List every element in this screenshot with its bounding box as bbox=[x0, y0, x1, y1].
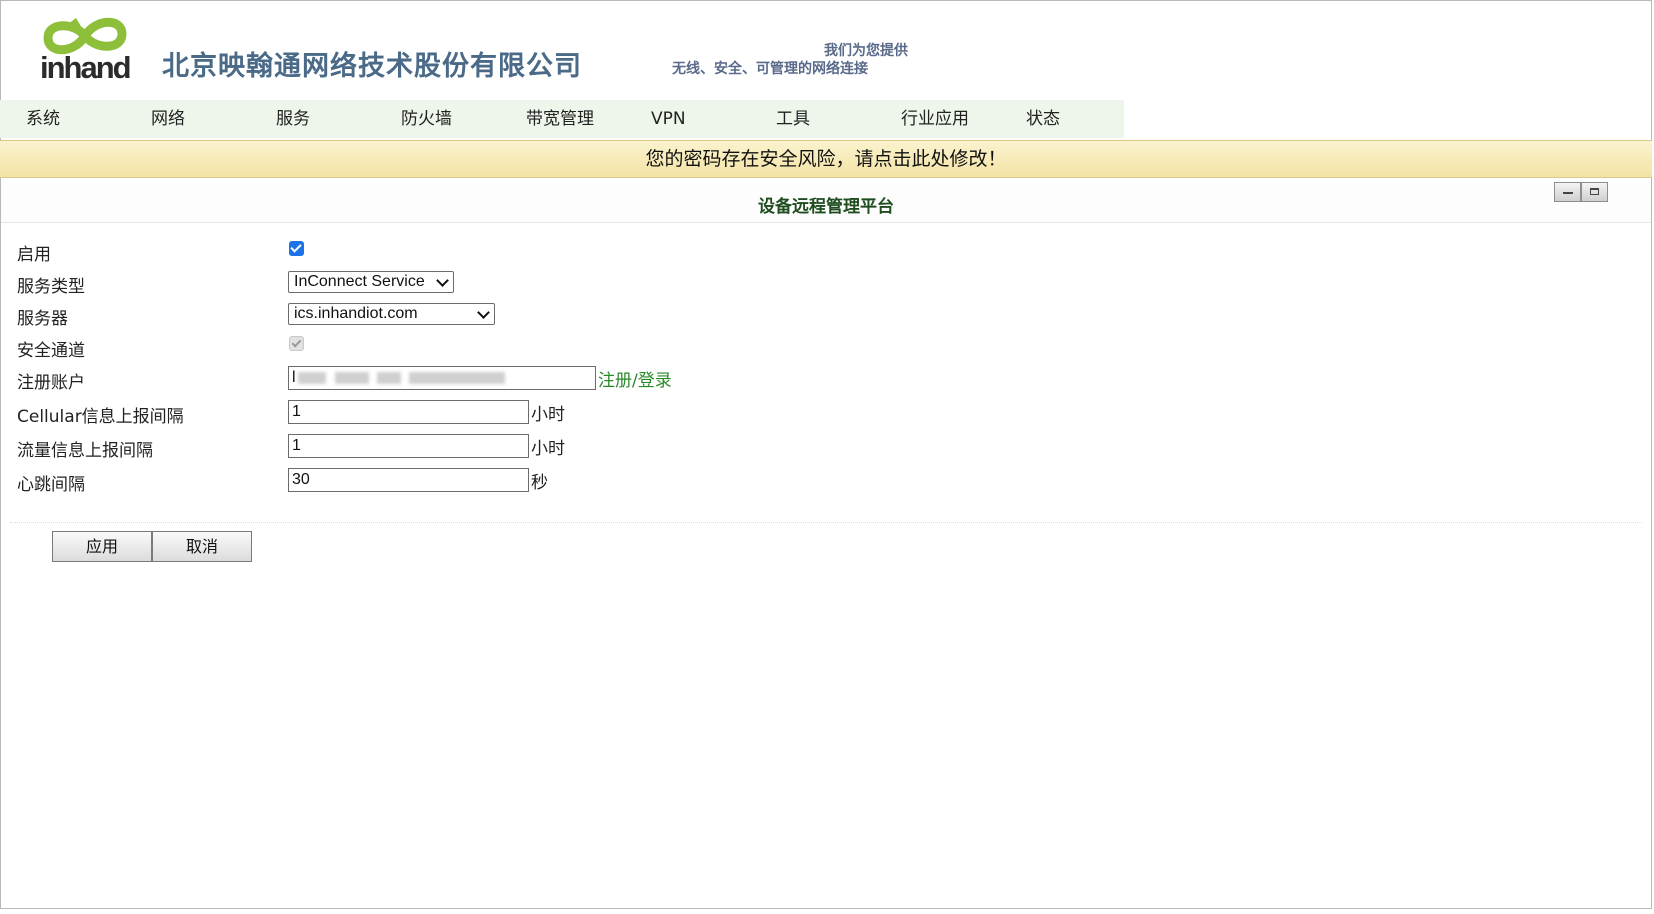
main-navbar: 系统 网络 服务 防火墙 带宽管理 VPN 工具 行业应用 状态 bbox=[0, 100, 1124, 138]
slogan-line1: 我们为您提供 bbox=[824, 43, 908, 59]
nav-item-system[interactable]: 系统 bbox=[26, 100, 60, 138]
server-value: ics.inhandiot.com bbox=[294, 305, 418, 322]
service-type-value: InConnect Service bbox=[294, 273, 425, 290]
register-login-link[interactable]: 注册/登录 bbox=[598, 366, 672, 391]
traffic-interval-input[interactable]: 1 bbox=[288, 434, 529, 458]
enable-label: 启用 bbox=[17, 245, 51, 265]
account-label: 注册账户 bbox=[17, 373, 85, 393]
header: inhand 北京映翰通网络技术股份有限公司 我们为您提供 无线、安全、可管理的… bbox=[0, 0, 1654, 100]
server-label: 服务器 bbox=[17, 309, 68, 329]
secure-channel-label: 安全通道 bbox=[17, 341, 85, 361]
page-title: 设备远程管理平台 bbox=[758, 197, 894, 217]
nav-item-industry[interactable]: 行业应用 bbox=[901, 100, 969, 138]
service-type-label: 服务类型 bbox=[17, 277, 85, 297]
heartbeat-interval-input[interactable]: 30 bbox=[288, 468, 529, 492]
cellular-interval-label: Cellular信息上报间隔 bbox=[17, 407, 184, 427]
enable-checkbox[interactable] bbox=[289, 241, 304, 256]
password-warning-banner[interactable]: 您的密码存在安全风险，请点击此处修改！ bbox=[0, 140, 1652, 178]
cancel-button[interactable]: 取消 bbox=[152, 531, 252, 562]
cellular-interval-input[interactable]: 1 bbox=[288, 400, 529, 424]
slogan: 我们为您提供 无线、安全、可管理的网络连接 bbox=[672, 42, 912, 78]
heartbeat-interval-unit: 秒 bbox=[531, 473, 548, 493]
maximize-button[interactable] bbox=[1581, 182, 1608, 202]
nav-item-vpn[interactable]: VPN bbox=[651, 100, 686, 138]
service-type-select[interactable]: InConnect Service bbox=[288, 271, 454, 293]
chevron-down-icon bbox=[477, 306, 490, 319]
inhand-logo: inhand bbox=[38, 14, 132, 92]
chevron-down-icon bbox=[436, 274, 449, 287]
redaction-blur bbox=[409, 372, 505, 384]
form-divider bbox=[10, 522, 1642, 523]
traffic-interval-label: 流量信息上报间隔 bbox=[17, 441, 153, 461]
slogan-line2: 无线、安全、可管理的网络连接 bbox=[672, 61, 868, 77]
redaction-blur bbox=[298, 372, 326, 384]
nav-item-status[interactable]: 状态 bbox=[1026, 100, 1060, 138]
logo-text: inhand bbox=[40, 50, 132, 85]
heartbeat-interval-label: 心跳间隔 bbox=[17, 475, 85, 495]
window-buttons bbox=[1554, 182, 1612, 204]
nav-item-tools[interactable]: 工具 bbox=[776, 100, 810, 138]
nav-item-bandwidth[interactable]: 带宽管理 bbox=[526, 100, 594, 138]
traffic-interval-unit: 小时 bbox=[531, 439, 565, 459]
cellular-interval-unit: 小时 bbox=[531, 405, 565, 425]
minimize-button[interactable] bbox=[1554, 182, 1581, 202]
panel-header: 设备远程管理平台 bbox=[1, 182, 1651, 223]
server-select[interactable]: ics.inhandiot.com bbox=[288, 303, 495, 325]
account-value: l bbox=[292, 369, 296, 386]
maximize-icon bbox=[1590, 188, 1599, 195]
nav-item-services[interactable]: 服务 bbox=[276, 100, 310, 138]
nav-item-firewall[interactable]: 防火墙 bbox=[401, 100, 452, 138]
apply-button[interactable]: 应用 bbox=[52, 531, 152, 562]
secure-channel-checkbox bbox=[289, 336, 304, 351]
redaction-blur bbox=[377, 372, 401, 384]
minimize-icon bbox=[1563, 192, 1573, 194]
redaction-blur bbox=[335, 372, 369, 384]
company-name: 北京映翰通网络技术股份有限公司 bbox=[162, 51, 582, 82]
nav-item-network[interactable]: 网络 bbox=[151, 100, 185, 138]
account-input[interactable]: l bbox=[288, 366, 596, 390]
